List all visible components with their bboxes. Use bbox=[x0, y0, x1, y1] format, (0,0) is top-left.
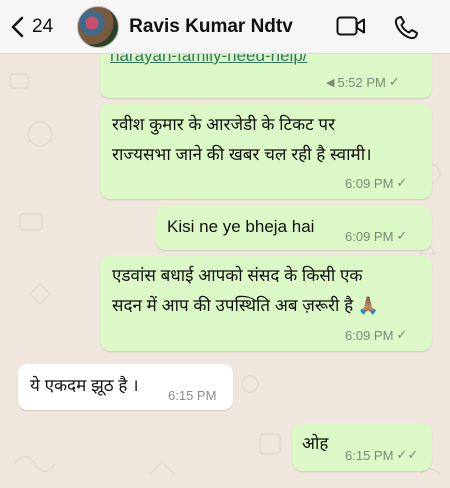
message-meta: 6:09 PM ✓ bbox=[345, 327, 407, 343]
message-meta: 6:15 PM ✓✓ bbox=[345, 447, 418, 463]
message-text: एडवांस बधाई आपको संसद के किसी एक bbox=[112, 266, 363, 285]
message-bubble[interactable]: रवीश कुमार के आरजेडी के टिकट पर राज्यसभा… bbox=[100, 104, 432, 199]
checkmark-icon: ✓ bbox=[396, 327, 408, 342]
message-time: 6:15 PM bbox=[345, 447, 394, 463]
message-bubble[interactable]: ये एकदम झूठ है । 6:15 PM bbox=[18, 364, 233, 410]
message-meta: 6:09 PM ✓ bbox=[345, 228, 407, 244]
message-time: 5:52 PM bbox=[337, 74, 386, 90]
message-meta: 6:09 PM ✓ bbox=[345, 175, 407, 191]
contact-name[interactable]: Ravis Kumar Ndtv bbox=[129, 16, 293, 38]
message-time: 6:09 PM bbox=[345, 175, 394, 191]
unread-count: 24 bbox=[32, 15, 54, 37]
message-bubble[interactable]: Kisi ne ye bheja hai 6:09 PM ✓ bbox=[155, 206, 432, 250]
message-meta: ◀ 5:52 PM ✓ bbox=[326, 74, 400, 90]
message-link[interactable]: narayan-family-need-help/ bbox=[110, 54, 308, 71]
video-call-icon[interactable] bbox=[336, 15, 366, 37]
message-text: रवीश कुमार के आरजेडी के टिकट पर bbox=[112, 115, 336, 134]
message-time: 6:09 PM bbox=[345, 228, 394, 244]
speaker-icon: ◀ bbox=[326, 76, 335, 89]
back-button[interactable]: 24 bbox=[10, 16, 53, 38]
message-bubble[interactable]: एडवांस बधाई आपको संसद के किसी एक सदन में… bbox=[100, 255, 432, 351]
message-text: ओह bbox=[302, 434, 329, 453]
double-checkmark-icon: ✓✓ bbox=[396, 447, 419, 462]
message-bubble[interactable]: narayan-family-need-help/ ◀ 5:52 PM ✓ bbox=[100, 54, 432, 98]
message-text: Kisi ne ye bheja hai bbox=[167, 217, 315, 236]
message-text: राज्यसभा जाने की खबर चल रही है स्वामी। bbox=[112, 145, 372, 164]
message-time: 6:15 PM bbox=[168, 388, 217, 403]
message-text: ये एकदम झूठ है । bbox=[30, 376, 139, 395]
message-text: सदन में आप की उपस्थिति अब ज़रूरी है 🙏🏽 bbox=[112, 296, 380, 315]
checkmark-icon: ✓ bbox=[388, 74, 400, 89]
checkmark-icon: ✓ bbox=[396, 175, 408, 190]
avatar[interactable] bbox=[77, 5, 120, 48]
chat-area[interactable]: narayan-family-need-help/ ◀ 5:52 PM ✓ रव… bbox=[0, 54, 450, 488]
chevron-left-icon bbox=[11, 16, 24, 37]
phone-icon[interactable] bbox=[393, 15, 419, 41]
chat-header: 24 Ravis Kumar Ndtv bbox=[0, 0, 450, 54]
checkmark-icon: ✓ bbox=[396, 228, 408, 243]
message-bubble[interactable]: ओह 6:15 PM ✓✓ bbox=[292, 423, 432, 471]
message-time: 6:09 PM bbox=[345, 327, 394, 343]
